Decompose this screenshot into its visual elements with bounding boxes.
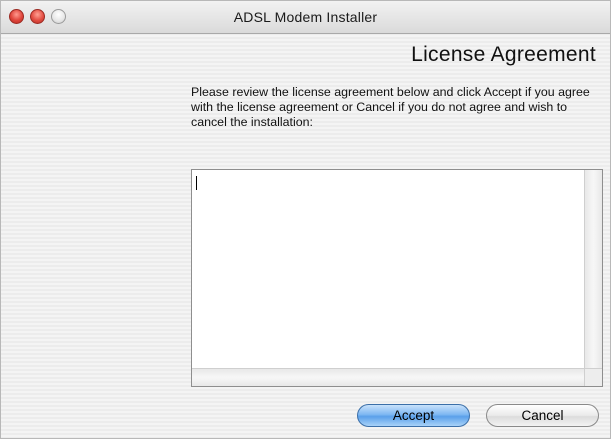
instructions-text: Please review the license agreement belo…: [191, 85, 590, 129]
license-text-area[interactable]: [192, 170, 584, 368]
page-heading: License Agreement: [411, 43, 596, 66]
window-title: ADSL Modem Installer: [233, 9, 378, 25]
horizontal-scrollbar[interactable]: [192, 368, 584, 386]
title-bar[interactable]: ADSL Modem Installer: [1, 1, 610, 34]
cancel-button[interactable]: Cancel: [486, 404, 599, 427]
scrollbar-corner: [584, 368, 602, 386]
license-text-box[interactable]: [191, 169, 603, 387]
installer-window: ADSL Modem Installer License Agreement P…: [0, 0, 611, 439]
vertical-scrollbar[interactable]: [584, 170, 602, 368]
text-caret: [196, 176, 197, 190]
accept-button[interactable]: Accept: [357, 404, 470, 427]
